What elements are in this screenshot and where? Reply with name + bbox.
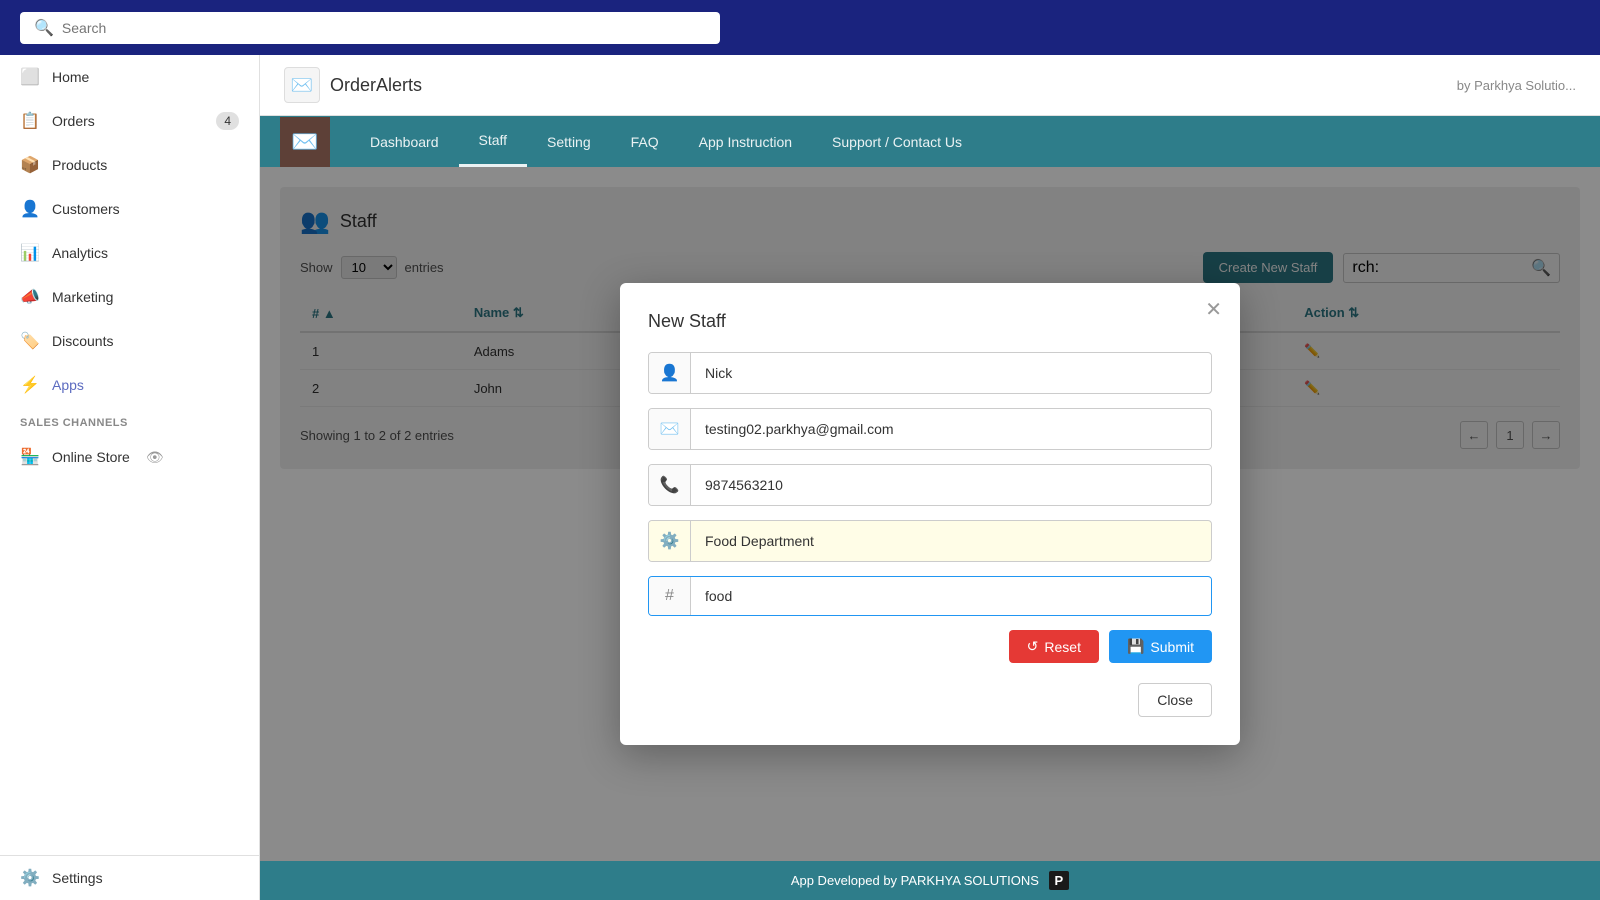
- sidebar-item-label: Online Store: [52, 449, 130, 465]
- nav-item-support[interactable]: Support / Contact Us: [812, 118, 982, 166]
- apps-icon: ⚡: [20, 375, 40, 395]
- modal-actions: ↺ Reset 💾 Submit: [648, 630, 1212, 663]
- nav-logo-icon: ✉️: [291, 129, 318, 155]
- sidebar-item-home[interactable]: ⬜ Home: [0, 55, 259, 99]
- sidebar-item-label: Orders: [52, 113, 95, 129]
- modal-title: New Staff: [648, 311, 1212, 332]
- sidebar-item-label: Discounts: [52, 333, 113, 349]
- app-nav: ✉️ Dashboard Staff Setting FAQ App Instr…: [260, 116, 1600, 167]
- name-input[interactable]: [691, 355, 1211, 391]
- sidebar-item-label: Products: [52, 157, 107, 173]
- app-footer: App Developed by PARKHYA SOLUTIONS P: [260, 861, 1600, 900]
- sales-channels-title: SALES CHANNELS: [0, 407, 259, 435]
- department-field: ⚙️: [648, 520, 1212, 562]
- products-icon: 📦: [20, 155, 40, 175]
- modal-footer: Close: [648, 683, 1212, 717]
- tag-icon: #: [649, 577, 691, 615]
- sidebar-item-online-store[interactable]: 🏪 Online Store 👁: [0, 435, 259, 479]
- content-area: ✉️ OrderAlerts by Parkhya Solutio... ✉️ …: [260, 55, 1600, 900]
- modal-close-x-button[interactable]: ✕: [1205, 297, 1222, 322]
- sidebar-item-customers[interactable]: 👤 Customers: [0, 187, 259, 231]
- email-icon: ✉️: [649, 409, 691, 449]
- main-content: 👥 Staff Show 10 25 50 100 entries: [260, 167, 1600, 861]
- app-logo: ✉️: [284, 67, 320, 103]
- eye-icon: 👁: [146, 449, 164, 466]
- customers-icon: 👤: [20, 199, 40, 219]
- top-bar: 🔍: [0, 0, 1600, 55]
- sidebar-item-label: Marketing: [52, 289, 113, 305]
- search-box[interactable]: 🔍: [20, 12, 720, 44]
- sidebar-item-label: Settings: [52, 870, 103, 886]
- submit-icon: 💾: [1127, 638, 1144, 655]
- marketing-icon: 📣: [20, 287, 40, 307]
- modal-overlay: ✕ New Staff 👤 ✉️ 📞: [260, 167, 1600, 861]
- app-logo-icon: ✉️: [291, 75, 313, 96]
- reset-label: Reset: [1044, 639, 1081, 655]
- sidebar-item-label: Analytics: [52, 245, 108, 261]
- app-header: ✉️ OrderAlerts by Parkhya Solutio...: [260, 55, 1600, 116]
- sidebar-item-orders[interactable]: 📋 Orders 4: [0, 99, 259, 143]
- sidebar-item-analytics[interactable]: 📊 Analytics: [0, 231, 259, 275]
- sidebar-item-settings[interactable]: ⚙️ Settings: [0, 856, 259, 900]
- nav-item-setting[interactable]: Setting: [527, 118, 611, 166]
- department-icon: ⚙️: [649, 521, 691, 561]
- app-by: by Parkhya Solutio...: [1457, 78, 1576, 93]
- nav-item-dashboard[interactable]: Dashboard: [350, 118, 459, 166]
- main-layout: ⬜ Home 📋 Orders 4 📦 Products 👤 Customers…: [0, 55, 1600, 900]
- orders-icon: 📋: [20, 111, 40, 131]
- submit-button[interactable]: 💾 Submit: [1109, 630, 1212, 663]
- nav-item-staff[interactable]: Staff: [459, 116, 528, 167]
- sidebar: ⬜ Home 📋 Orders 4 📦 Products 👤 Customers…: [0, 55, 260, 900]
- reset-icon: ↺: [1027, 638, 1039, 655]
- phone-input[interactable]: [691, 467, 1211, 503]
- tag-field: #: [648, 576, 1212, 616]
- email-input[interactable]: [691, 411, 1211, 447]
- search-input[interactable]: [62, 20, 706, 36]
- phone-field: 📞: [648, 464, 1212, 506]
- sidebar-item-marketing[interactable]: 📣 Marketing: [0, 275, 259, 319]
- search-icon: 🔍: [34, 18, 54, 38]
- home-icon: ⬜: [20, 67, 40, 87]
- department-input[interactable]: [691, 523, 1211, 559]
- name-field: 👤: [648, 352, 1212, 394]
- email-field: ✉️: [648, 408, 1212, 450]
- footer-text: App Developed by PARKHYA SOLUTIONS: [791, 873, 1039, 888]
- store-icon: 🏪: [20, 447, 40, 467]
- analytics-icon: 📊: [20, 243, 40, 263]
- app-nav-logo: ✉️: [280, 117, 330, 167]
- sidebar-item-label: Apps: [52, 377, 84, 393]
- orders-badge: 4: [216, 112, 239, 130]
- close-button[interactable]: Close: [1138, 683, 1212, 717]
- submit-label: Submit: [1150, 639, 1194, 655]
- discounts-icon: 🏷️: [20, 331, 40, 351]
- tag-input[interactable]: [691, 578, 1211, 614]
- reset-button[interactable]: ↺ Reset: [1009, 630, 1099, 663]
- app-title: OrderAlerts: [330, 75, 422, 96]
- nav-item-app-instruction[interactable]: App Instruction: [679, 118, 812, 166]
- phone-icon: 📞: [649, 465, 691, 505]
- parkhya-logo: P: [1049, 871, 1070, 890]
- sidebar-item-discounts[interactable]: 🏷️ Discounts: [0, 319, 259, 363]
- settings-icon: ⚙️: [20, 868, 40, 888]
- user-icon: 👤: [649, 353, 691, 393]
- nav-item-faq[interactable]: FAQ: [611, 118, 679, 166]
- sidebar-item-products[interactable]: 📦 Products: [0, 143, 259, 187]
- sidebar-item-label: Customers: [52, 201, 120, 217]
- sidebar-item-apps[interactable]: ⚡ Apps: [0, 363, 259, 407]
- sidebar-item-label: Home: [52, 69, 89, 85]
- sidebar-bottom: ⚙️ Settings: [0, 855, 259, 900]
- new-staff-modal: ✕ New Staff 👤 ✉️ 📞: [620, 283, 1240, 745]
